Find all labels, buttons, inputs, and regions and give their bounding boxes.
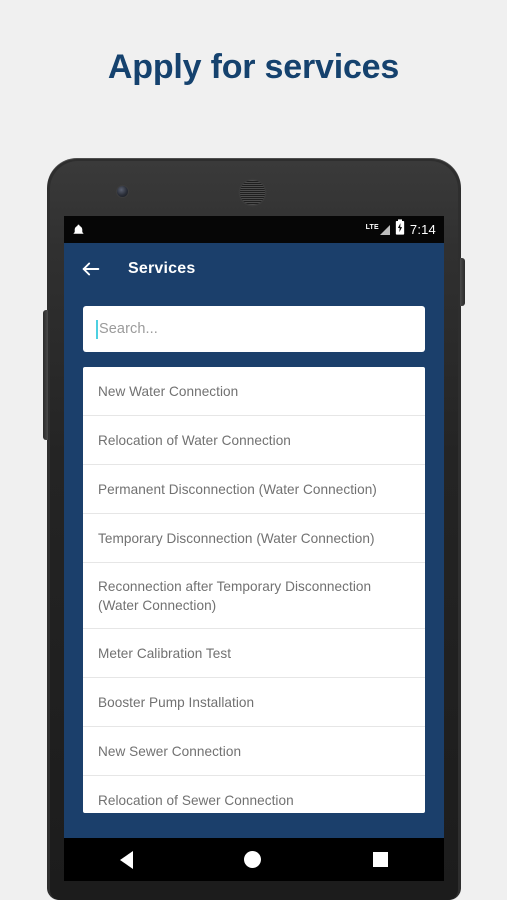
text-cursor — [96, 319, 98, 339]
app-bar: Services — [64, 243, 444, 295]
list-item[interactable]: Permanent Disconnection (Water Connectio… — [83, 465, 425, 514]
list-item-label: Permanent Disconnection (Water Connectio… — [98, 481, 377, 497]
back-arrow-icon[interactable] — [80, 258, 102, 280]
list-item[interactable]: New Sewer Connection — [83, 727, 425, 776]
status-bar-left — [72, 223, 85, 237]
earpiece-speaker-icon — [240, 180, 265, 205]
list-item-label: Reconnection after Temporary Disconnecti… — [98, 578, 372, 613]
phone-screen: LTE 7:14 Services Search... New Water Co… — [64, 216, 444, 881]
android-nav-bar — [64, 838, 444, 881]
battery-charging-icon — [395, 219, 405, 240]
list-item[interactable]: Temporary Disconnection (Water Connectio… — [83, 514, 425, 563]
page-title: Apply for services — [107, 48, 400, 86]
services-list-container: New Water Connection Relocation of Water… — [64, 352, 444, 813]
status-bar-clock: 7:14 — [409, 222, 436, 237]
signal-triangle-icon: LTE — [366, 224, 390, 236]
signal-bars-icon — [379, 224, 390, 235]
search-placeholder: Search... — [99, 321, 158, 337]
status-bar-right: LTE 7:14 — [366, 219, 436, 240]
status-bar: LTE 7:14 — [64, 216, 444, 243]
nav-recents-icon[interactable] — [373, 852, 389, 867]
search-container: Search... — [64, 295, 444, 352]
list-item-label: Meter Calibration Test — [98, 645, 232, 661]
services-card[interactable]: New Water Connection Relocation of Water… — [83, 367, 425, 813]
list-item-label: Booster Pump Installation — [98, 694, 255, 710]
front-camera-icon — [117, 186, 128, 197]
nav-back-icon[interactable] — [119, 850, 133, 869]
list-item[interactable]: Booster Pump Installation — [83, 678, 425, 727]
nav-home-icon[interactable] — [244, 851, 262, 868]
search-input[interactable]: Search... — [83, 306, 425, 352]
volume-button[interactable] — [43, 310, 48, 440]
list-item-label: Relocation of Water Connection — [98, 432, 291, 448]
list-item[interactable]: Meter Calibration Test — [83, 629, 425, 678]
network-label: LTE — [365, 223, 379, 231]
app-bar-title: Services — [128, 260, 196, 277]
list-item-label: Temporary Disconnection (Water Connectio… — [98, 530, 375, 546]
list-item[interactable]: Relocation of Sewer Connection — [83, 776, 425, 813]
list-item-label: Relocation of Sewer Connection — [98, 792, 294, 808]
power-button[interactable] — [460, 258, 465, 306]
list-item-label: New Water Connection — [98, 383, 239, 399]
bell-icon — [72, 223, 85, 237]
list-item-label: New Sewer Connection — [98, 743, 242, 759]
list-item[interactable]: Reconnection after Temporary Disconnecti… — [83, 563, 425, 629]
list-item[interactable]: Relocation of Water Connection — [83, 416, 425, 465]
list-item[interactable]: New Water Connection — [83, 367, 425, 416]
